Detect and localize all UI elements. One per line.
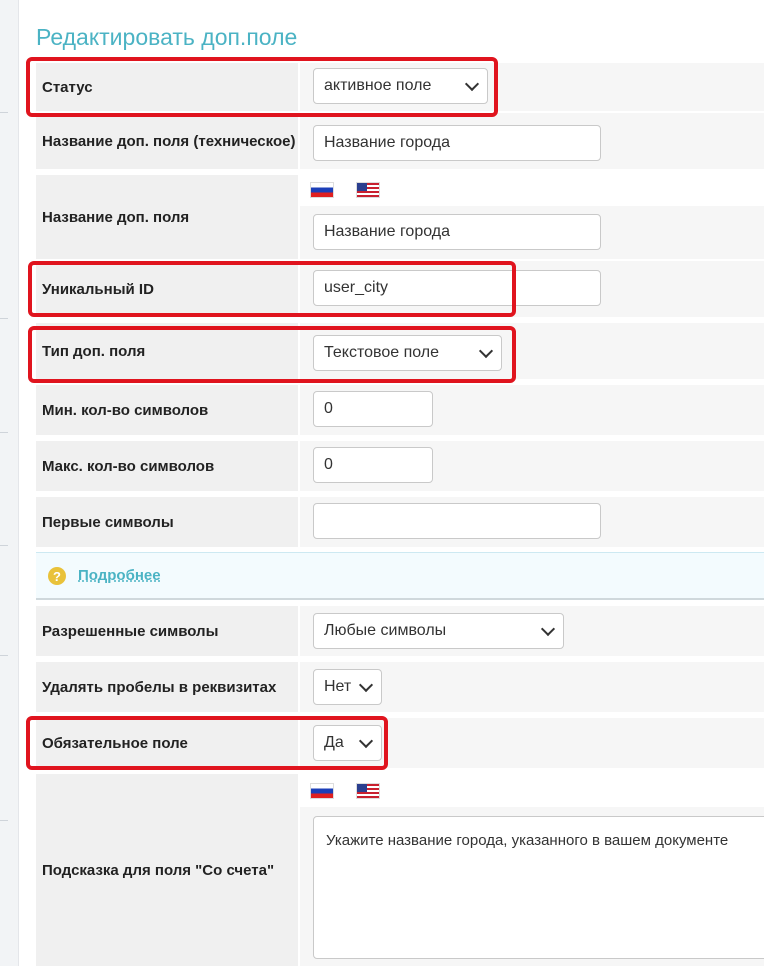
- row-unique-id: Уникальный ID user_city: [36, 261, 764, 317]
- unique-id-value: user_city: [324, 279, 389, 296]
- max-chars-input[interactable]: 0: [313, 447, 433, 483]
- tech-name-label: Название доп. поля (техническое): [36, 113, 298, 169]
- hint-value: Укажите название города, указанного в ва…: [326, 832, 729, 849]
- tech-name-value: Название города: [324, 134, 451, 151]
- row-status: Статус активное поле: [36, 63, 764, 111]
- status-select[interactable]: активное поле: [313, 68, 488, 104]
- lang-tabs: [300, 774, 764, 807]
- unique-id-label: Уникальный ID: [36, 261, 298, 317]
- unique-id-input[interactable]: user_city: [313, 270, 601, 306]
- sidebar-tick: [0, 820, 8, 821]
- hint-textarea[interactable]: Укажите название города, указанного в ва…: [313, 816, 764, 959]
- type-select[interactable]: Текстовое поле: [313, 335, 502, 371]
- row-min-chars: Мин. кол-во символов 0: [36, 385, 764, 435]
- required-label: Обязательное поле: [36, 718, 298, 768]
- value-cell: Текстовое поле: [300, 323, 764, 379]
- value-cell: Любые символы: [300, 606, 764, 656]
- more-info-link[interactable]: Подробнее: [78, 567, 161, 584]
- value-cell: user_city: [300, 261, 764, 317]
- page-title: Редактировать доп.поле: [36, 24, 298, 50]
- row-tech-name: Название доп. поля (техническое) Названи…: [36, 113, 764, 169]
- value-cell: [300, 497, 764, 547]
- row-remove-spaces: Удалять пробелы в реквизитах Нет: [36, 662, 764, 712]
- remove-spaces-value: Нет: [324, 678, 352, 695]
- name-label: Название доп. поля: [36, 175, 298, 259]
- row-hint: Подсказка для поля "Со счета" Укажите на…: [36, 774, 764, 966]
- chevron-down-icon: [464, 76, 480, 92]
- type-select-value: Текстовое поле: [324, 344, 440, 361]
- flag-ru-icon[interactable]: [311, 183, 333, 197]
- remove-spaces-label: Удалять пробелы в реквизитах: [36, 662, 298, 712]
- max-chars-label: Макс. кол-во символов: [36, 441, 298, 491]
- value-cell: Название города: [300, 113, 764, 169]
- row-allowed-chars: Разрешенные символы Любые символы: [36, 606, 764, 656]
- chevron-down-icon: [540, 621, 556, 637]
- value-cell: Укажите название города, указанного в ва…: [300, 774, 764, 966]
- status-select-value: активное поле: [324, 77, 432, 94]
- sidebar-tick: [0, 318, 8, 319]
- sidebar-tick: [0, 545, 8, 546]
- chevron-down-icon: [358, 733, 374, 749]
- flag-us-icon[interactable]: [357, 183, 379, 197]
- required-value: Да: [324, 734, 344, 751]
- allowed-chars-label: Разрешенные символы: [36, 606, 298, 656]
- name-input[interactable]: Название города: [313, 214, 601, 250]
- chevron-down-icon: [478, 343, 494, 359]
- min-chars-input[interactable]: 0: [313, 391, 433, 427]
- allowed-chars-select[interactable]: Любые символы: [313, 613, 564, 649]
- sidebar-tick: [0, 112, 8, 113]
- row-first-chars: Первые символы: [36, 497, 764, 547]
- row-required: Обязательное поле Да: [36, 718, 764, 768]
- flag-us-icon[interactable]: [357, 784, 379, 798]
- max-chars-value: 0: [324, 456, 333, 473]
- info-panel: ? Подробнее: [36, 552, 764, 600]
- row-name: Название доп. поля Название города: [36, 175, 764, 259]
- remove-spaces-select[interactable]: Нет: [313, 669, 382, 705]
- min-chars-label: Мин. кол-во символов: [36, 385, 298, 435]
- lang-tabs: [300, 175, 764, 206]
- first-chars-input[interactable]: [313, 503, 601, 539]
- tech-name-input[interactable]: Название города: [313, 125, 601, 161]
- first-chars-label: Первые символы: [36, 497, 298, 547]
- hint-label: Подсказка для поля "Со счета": [36, 774, 298, 966]
- question-icon: ?: [48, 567, 66, 585]
- row-max-chars: Макс. кол-во символов 0: [36, 441, 764, 491]
- left-sidebar-strip: [0, 0, 19, 966]
- value-cell: 0: [300, 385, 764, 435]
- row-type: Тип доп. поля Текстовое поле: [36, 323, 764, 379]
- value-cell: Да: [300, 718, 764, 768]
- value-cell: Нет: [300, 662, 764, 712]
- allowed-chars-value: Любые символы: [324, 622, 447, 639]
- sidebar-tick: [0, 655, 8, 656]
- flag-ru-icon[interactable]: [311, 784, 333, 798]
- status-label: Статус: [36, 63, 298, 111]
- name-value: Название города: [324, 223, 451, 240]
- value-cell: активное поле: [300, 63, 764, 111]
- sidebar-tick: [0, 432, 8, 433]
- chevron-down-icon: [358, 677, 374, 693]
- value-cell: Название города: [300, 175, 764, 259]
- min-chars-value: 0: [324, 400, 333, 417]
- required-select[interactable]: Да: [313, 725, 382, 761]
- value-cell: 0: [300, 441, 764, 491]
- type-label: Тип доп. поля: [36, 323, 298, 379]
